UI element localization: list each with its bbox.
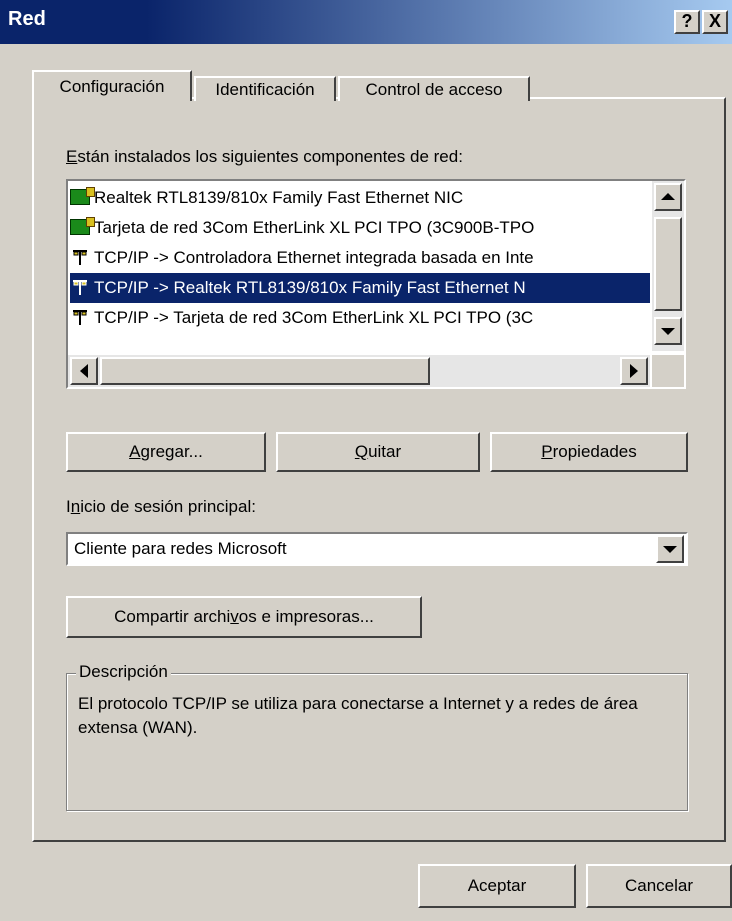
- vertical-scrollbar[interactable]: [652, 181, 684, 351]
- window-title: Red: [8, 8, 46, 30]
- scrollbar-corner: [652, 355, 684, 387]
- arrow-right-icon: [630, 364, 638, 378]
- arrow-up-icon: [661, 193, 675, 200]
- tab-identificacion[interactable]: Identificación: [194, 76, 336, 101]
- list-item[interactable]: TCP/IP -> Controladora Ethernet integrad…: [70, 243, 650, 273]
- tab-control-de-acceso[interactable]: Control de acceso: [338, 76, 530, 101]
- list-item[interactable]: TCP/IP -> Tarjeta de red 3Com EtherLink …: [70, 303, 650, 333]
- remove-button[interactable]: Quitar: [276, 432, 480, 472]
- ok-button[interactable]: Aceptar: [418, 864, 576, 908]
- help-button[interactable]: ?: [674, 10, 700, 34]
- components-label: Están instalados los siguientes componen…: [66, 147, 463, 166]
- network-adapter-icon: [70, 216, 95, 235]
- description-legend: Descripción: [76, 662, 171, 682]
- scroll-left-button[interactable]: [70, 357, 98, 385]
- close-button[interactable]: X: [702, 10, 728, 34]
- properties-button[interactable]: Propiedades: [490, 432, 688, 472]
- protocol-icon: [73, 249, 87, 265]
- add-button[interactable]: Agregar...: [66, 432, 266, 472]
- scroll-down-button[interactable]: [654, 317, 682, 345]
- logon-label: Inicio de sesión principal:: [66, 497, 256, 516]
- logon-select[interactable]: Cliente para redes Microsoft: [66, 532, 688, 566]
- list-item-selected[interactable]: TCP/IP -> Realtek RTL8139/810x Family Fa…: [70, 273, 650, 303]
- horizontal-scrollbar[interactable]: [68, 355, 650, 387]
- scroll-right-button[interactable]: [620, 357, 648, 385]
- dropdown-button[interactable]: [656, 535, 684, 563]
- active-tab-join: [34, 97, 190, 101]
- scroll-thumb-horizontal[interactable]: [100, 357, 430, 385]
- description-text: El protocolo TCP/IP se utiliza para cone…: [78, 694, 638, 737]
- list-item[interactable]: Realtek RTL8139/810x Family Fast Etherne…: [70, 183, 650, 213]
- scroll-thumb[interactable]: [654, 217, 682, 311]
- cancel-button[interactable]: Cancelar: [586, 864, 732, 908]
- scroll-up-button[interactable]: [654, 183, 682, 211]
- protocol-icon: [73, 309, 87, 325]
- logon-select-value: Cliente para redes Microsoft: [74, 539, 287, 558]
- network-adapter-icon: [70, 186, 95, 205]
- chevron-down-icon: [663, 546, 677, 553]
- list-item[interactable]: Tarjeta de red 3Com EtherLink XL PCI TPO…: [70, 213, 650, 243]
- arrow-down-icon: [661, 328, 675, 335]
- file-print-sharing-button[interactable]: Compartir archivos e impresoras...: [66, 596, 422, 638]
- protocol-icon: [73, 279, 87, 295]
- components-list[interactable]: Realtek RTL8139/810x Family Fast Etherne…: [66, 179, 686, 389]
- title-bar[interactable]: Red ? X: [0, 0, 732, 44]
- arrow-left-icon: [80, 364, 88, 378]
